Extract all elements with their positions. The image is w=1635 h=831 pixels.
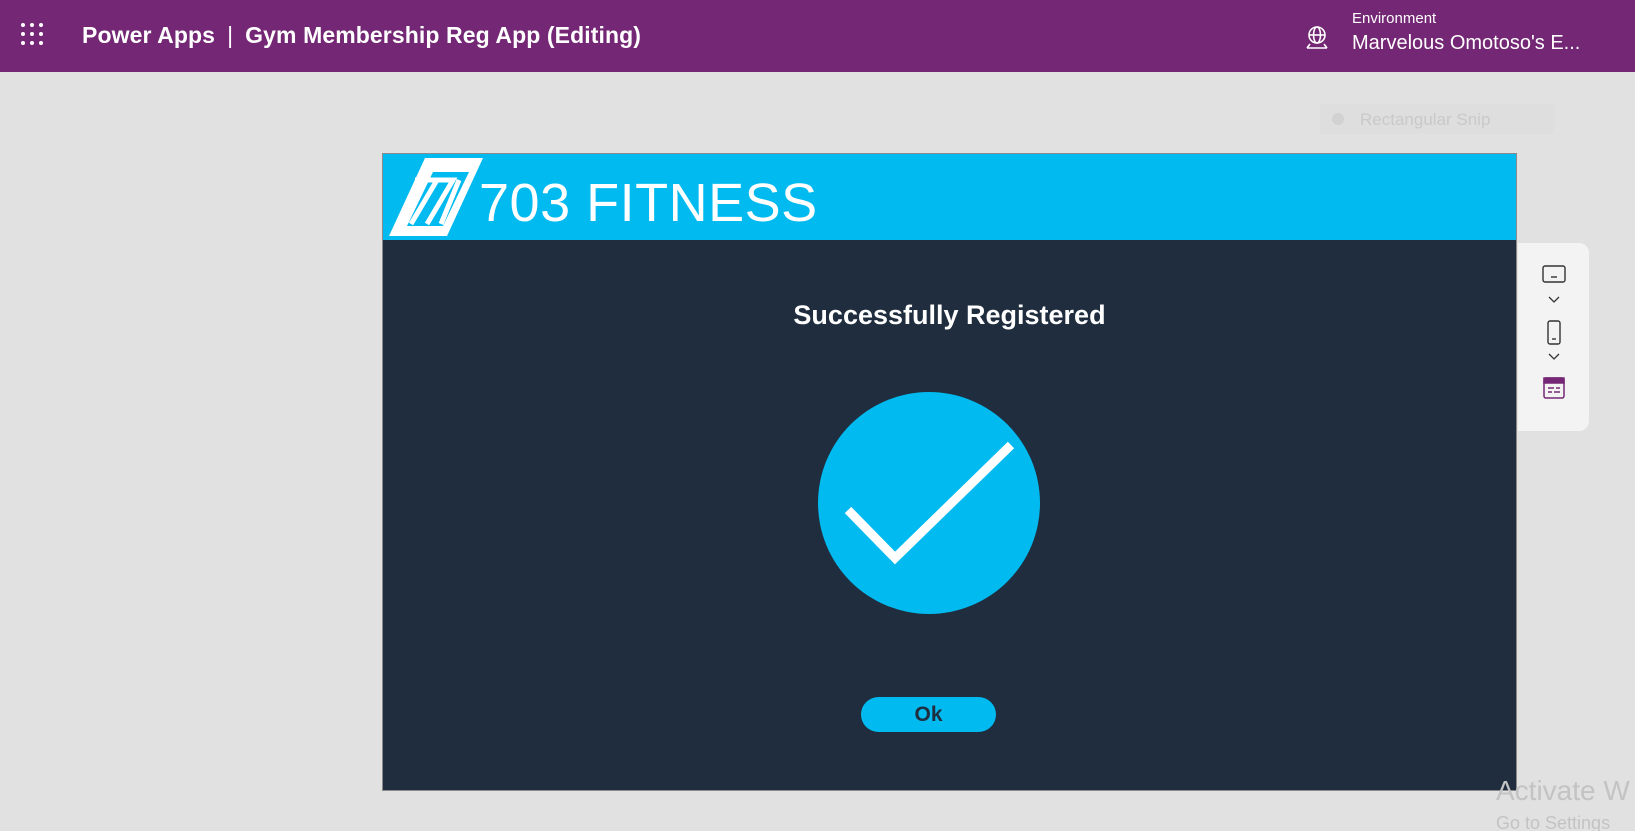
- app-title: Power Apps | Gym Membership Reg App (Editi…: [82, 22, 641, 49]
- brand-name: 703 FITNESS: [479, 173, 818, 233]
- layout-icon[interactable]: [1542, 377, 1566, 399]
- success-message: Successfully Registered: [793, 300, 1106, 330]
- 703-logo: [389, 158, 483, 236]
- globe-icon[interactable]: [1304, 24, 1330, 50]
- phone-icon[interactable]: [1542, 320, 1566, 346]
- top-bar: Power Apps | Gym Membership Reg App (Editi…: [0, 0, 1635, 72]
- product-name[interactable]: Power Apps: [82, 22, 215, 48]
- chevron-down-icon[interactable]: [1542, 352, 1566, 362]
- activation-watermark-subtitle: Go to Settings: [1496, 813, 1611, 831]
- app-canvas: 703 FITNESS Successfully Registered Ok: [382, 153, 1517, 791]
- environment-name[interactable]: Marvelous Omotoso's E...: [1352, 32, 1580, 55]
- environment-label: Environment: [1352, 10, 1437, 27]
- check-circle-icon: [818, 392, 1040, 614]
- device-panel: [1518, 243, 1589, 431]
- snip-label: Rectangular Snip: [1360, 110, 1491, 129]
- snip-icon: [1332, 113, 1344, 125]
- app-name: Gym Membership Reg App (Editing): [245, 22, 642, 48]
- ok-button[interactable]: Ok: [861, 697, 996, 732]
- title-separator: |: [227, 22, 234, 48]
- tablet-icon[interactable]: [1542, 265, 1566, 285]
- waffle-icon[interactable]: [20, 22, 46, 48]
- snip-tooltip: Rectangular Snip: [1320, 104, 1554, 134]
- activation-watermark-title: Activate W: [1496, 775, 1630, 806]
- chevron-down-icon[interactable]: [1542, 295, 1566, 305]
- app-header: 703 FITNESS: [383, 154, 1516, 240]
